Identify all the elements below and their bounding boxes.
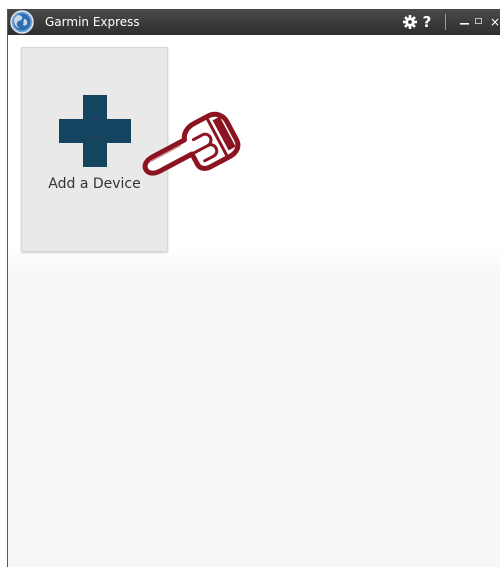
gear-icon[interactable] bbox=[401, 9, 419, 35]
app-title: Garmin Express bbox=[45, 15, 140, 29]
app-window: Garmin Express ? × Add a Device bbox=[7, 9, 500, 567]
titlebar-divider bbox=[445, 14, 446, 30]
plus-icon bbox=[59, 95, 131, 167]
pointing-hand-icon bbox=[142, 111, 241, 176]
help-button[interactable]: ? bbox=[420, 9, 434, 35]
garmin-express-logo-icon bbox=[10, 10, 34, 34]
main-content: Add a Device bbox=[8, 35, 500, 567]
maximize-icon[interactable] bbox=[474, 9, 484, 35]
minimize-icon[interactable] bbox=[459, 9, 471, 35]
close-button[interactable]: × bbox=[489, 9, 500, 35]
title-bar[interactable]: Garmin Express ? × bbox=[8, 9, 500, 35]
